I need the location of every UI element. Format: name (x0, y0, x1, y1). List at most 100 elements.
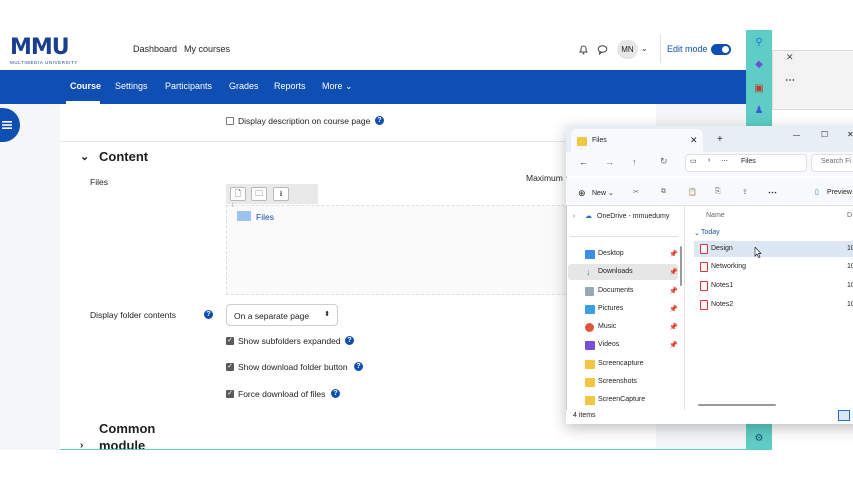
filemanager-folder-files[interactable]: Files (256, 212, 274, 222)
ellipsis-icon[interactable]: ⋯ (721, 157, 728, 165)
gear-icon[interactable]: ⚙ (752, 432, 766, 446)
tab-participants[interactable]: Participants (165, 81, 212, 91)
search-icon[interactable]: ⚲ (752, 36, 766, 50)
common-module-title-line1[interactable]: Common (99, 421, 155, 436)
file-networking[interactable]: Networking (711, 263, 746, 270)
content-section-title[interactable]: Content (99, 149, 148, 164)
group-chevron-icon[interactable]: ⌄ (694, 229, 700, 237)
maximize-icon[interactable]: ☐ (821, 130, 828, 139)
user-avatar[interactable]: MN (617, 40, 638, 59)
person-icon[interactable]: ♟ (752, 104, 766, 118)
pdf-file-icon (700, 244, 708, 254)
edit-mode-toggle[interactable] (711, 44, 731, 55)
tab-more[interactable]: More ⌄ (322, 81, 353, 92)
nav-pictures[interactable]: Pictures (598, 305, 623, 312)
tag-icon[interactable]: ◆ (752, 58, 766, 72)
pdf-file-icon (700, 281, 708, 291)
nav-screenshots[interactable]: Screenshots (598, 378, 637, 385)
chevron-right-icon[interactable]: › (573, 213, 575, 220)
add-file-icon[interactable]: 🗋 (230, 187, 246, 201)
group-today[interactable]: Today (701, 229, 720, 236)
help-icon[interactable]: ? (345, 336, 354, 345)
force-download-checkbox[interactable]: ✓ (226, 390, 234, 398)
explorer-tab[interactable] (571, 129, 703, 152)
dashboard-link[interactable]: Dashboard (133, 44, 177, 54)
pin-icon[interactable]: 📌 (669, 287, 678, 295)
more-options-icon[interactable]: ⋯ (768, 187, 777, 198)
pin-icon[interactable]: 📌 (669, 250, 678, 258)
mmu-logo[interactable]: MMU MULTIMEDIA UNIVERSITY (10, 37, 108, 67)
tab-settings[interactable]: Settings (115, 81, 148, 91)
file-design[interactable]: Design (711, 245, 733, 252)
nav-separator (570, 236, 678, 237)
documents-icon (585, 287, 594, 296)
cut-icon[interactable]: ✂ (633, 188, 639, 196)
pin-icon[interactable]: 📌 (669, 305, 678, 313)
nav-downloads[interactable]: Downloads (598, 268, 633, 275)
file-notes1-date: 10 (847, 282, 853, 289)
help-icon[interactable]: ? (204, 310, 213, 319)
nav-desktop[interactable]: Desktop (598, 250, 624, 257)
help-icon[interactable]: ? (375, 116, 384, 125)
forward-icon[interactable]: → (605, 157, 614, 167)
file-notes1[interactable]: Notes1 (711, 282, 733, 289)
chevron-down-icon: ⌄ (345, 81, 353, 91)
chat-icon[interactable] (597, 44, 608, 55)
desktop-icon (585, 250, 595, 259)
nav-documents[interactable]: Documents (598, 287, 633, 294)
maximum-size-label: Maximum (526, 173, 563, 183)
bell-icon[interactable] (578, 44, 589, 55)
up-icon[interactable]: ↑ (632, 157, 637, 167)
logo-text: MMU (10, 35, 70, 60)
nav-music[interactable]: Music (598, 323, 616, 330)
nav-videos[interactable]: Videos (598, 341, 619, 348)
close-icon[interactable]: ✕ (786, 52, 794, 63)
new-button[interactable]: New ⌄ (592, 189, 614, 197)
tab-grades[interactable]: Grades (229, 81, 259, 91)
details-view-icon[interactable] (838, 410, 850, 421)
minimize-icon[interactable]: — (793, 132, 800, 139)
nav-onedrive[interactable]: OneDrive - mmuedumy (597, 213, 669, 220)
pin-icon[interactable]: 📌 (669, 341, 678, 349)
download-icon[interactable]: ⭳ (273, 187, 289, 201)
folder-icon (585, 360, 595, 369)
my-courses-link[interactable]: My courses (184, 44, 230, 54)
list-icon (2, 121, 12, 129)
show-subfolders-checkbox[interactable]: ✓ (226, 337, 234, 345)
nav-scrollbar[interactable] (680, 246, 682, 286)
address-folder[interactable]: Files (741, 158, 756, 165)
create-folder-icon[interactable]: 🗀 (251, 187, 267, 201)
display-folder-select[interactable]: On a separate page ⬍ (226, 304, 338, 326)
display-description-checkbox[interactable] (226, 117, 234, 125)
new-tab-icon[interactable]: + (717, 134, 723, 145)
close-window-icon[interactable]: ✕ (847, 130, 853, 139)
column-header-date[interactable]: D (847, 212, 852, 219)
chevron-down-icon[interactable]: ⌄ (641, 44, 648, 53)
column-header-name[interactable]: Name (706, 212, 725, 219)
tab-reports[interactable]: Reports (274, 81, 306, 91)
horizontal-scrollbar[interactable] (698, 404, 776, 406)
toolbox-icon[interactable]: ▣ (752, 82, 766, 96)
chevron-down-icon[interactable]: ⌄ (80, 150, 89, 163)
pin-icon[interactable]: 📌 (669, 268, 678, 276)
show-download-checkbox[interactable]: ✓ (226, 363, 234, 371)
close-tab-icon[interactable]: ✕ (690, 135, 698, 146)
tab-course[interactable]: Course (70, 81, 101, 91)
paste-icon[interactable]: 📋 (688, 188, 697, 196)
search-placeholder: Search Fi (821, 158, 851, 165)
nav-screencapture[interactable]: Screencapture (598, 360, 644, 367)
help-icon[interactable]: ? (331, 389, 340, 398)
help-icon[interactable]: ? (354, 362, 363, 371)
more-icon[interactable]: ⋯ (785, 75, 795, 86)
nav-screencapture-2[interactable]: ScreenCapture (598, 396, 645, 404)
rename-icon[interactable]: ⎘ (715, 188, 721, 196)
share-icon[interactable]: ⇪ (742, 188, 748, 196)
back-icon[interactable]: ← (579, 157, 588, 167)
pane-divider[interactable] (684, 206, 685, 410)
preview-button[interactable]: Preview (827, 189, 852, 196)
file-notes2[interactable]: Notes2 (711, 301, 733, 308)
display-description-label: Display description on course page (238, 116, 371, 126)
refresh-icon[interactable]: ↻ (660, 156, 668, 167)
pin-icon[interactable]: 📌 (669, 323, 678, 331)
copy-icon[interactable]: ⧉ (661, 188, 666, 196)
